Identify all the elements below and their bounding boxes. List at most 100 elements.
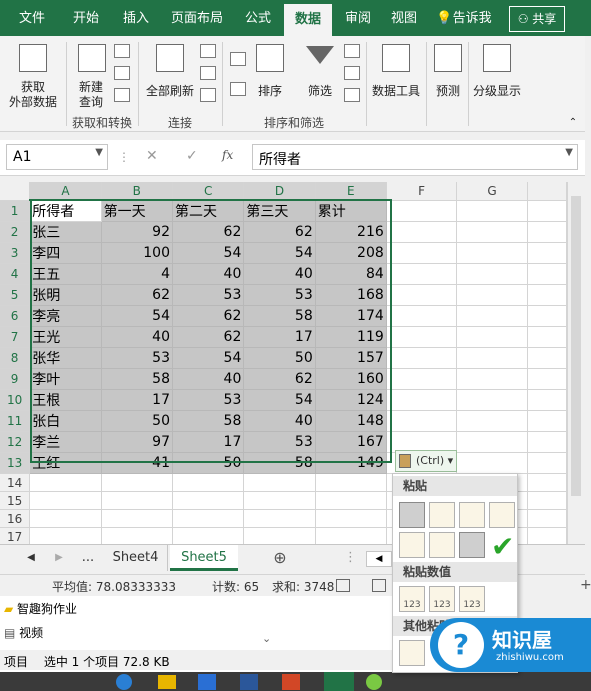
tab-insert[interactable]: 插入 bbox=[112, 0, 160, 36]
paste-formatting-icon[interactable] bbox=[399, 640, 425, 666]
transpose-icon[interactable] bbox=[459, 532, 485, 558]
cell[interactable]: 张明 bbox=[29, 284, 102, 306]
cell[interactable] bbox=[456, 368, 528, 390]
sort-az-icon[interactable] bbox=[230, 52, 246, 66]
cell[interactable]: 58 bbox=[101, 368, 173, 390]
cell[interactable]: 53 bbox=[101, 347, 173, 369]
cell[interactable] bbox=[386, 305, 458, 327]
formula-input[interactable]: 所得者 ▼ bbox=[252, 144, 578, 170]
paste-formulas-icon[interactable] bbox=[429, 502, 455, 528]
cell[interactable]: 167 bbox=[315, 431, 387, 453]
cell[interactable]: 李亮 bbox=[29, 305, 102, 327]
cell[interactable] bbox=[456, 326, 528, 348]
cell[interactable] bbox=[527, 305, 567, 327]
cell[interactable]: 100 bbox=[101, 242, 173, 264]
tell-me-box[interactable]: 💡告诉我 bbox=[432, 0, 496, 36]
cell[interactable]: 97 bbox=[101, 431, 173, 453]
cell[interactable]: 58 bbox=[243, 305, 316, 327]
show-queries-icon[interactable] bbox=[114, 44, 130, 58]
properties-icon[interactable] bbox=[200, 66, 216, 80]
row-header[interactable]: 9 bbox=[0, 368, 31, 390]
scroll-left-icon[interactable]: ◀ bbox=[22, 545, 40, 571]
data-tools-button[interactable]: 数据工具 bbox=[370, 40, 422, 110]
row-header[interactable]: 10 bbox=[0, 389, 31, 411]
cell[interactable] bbox=[527, 452, 567, 474]
cell[interactable] bbox=[243, 509, 316, 528]
cell[interactable]: 50 bbox=[172, 452, 245, 474]
cell[interactable] bbox=[456, 284, 528, 306]
cell[interactable] bbox=[315, 527, 387, 544]
cell[interactable] bbox=[456, 263, 528, 285]
cell[interactable]: 58 bbox=[243, 452, 316, 474]
cell[interactable] bbox=[315, 491, 387, 510]
cell[interactable] bbox=[527, 491, 567, 510]
cell[interactable]: 148 bbox=[315, 410, 387, 432]
cell[interactable] bbox=[456, 347, 528, 369]
cell[interactable]: 41 bbox=[101, 452, 173, 474]
row-header[interactable]: 2 bbox=[0, 221, 31, 243]
row-header[interactable]: 6 bbox=[0, 305, 31, 327]
cell[interactable]: 216 bbox=[315, 221, 387, 243]
cell[interactable]: 17 bbox=[172, 431, 245, 453]
row-header[interactable]: 15 bbox=[0, 491, 31, 510]
cell[interactable]: 53 bbox=[172, 284, 245, 306]
row-header[interactable]: 8 bbox=[0, 347, 31, 369]
column-header-d[interactable]: D bbox=[243, 182, 316, 201]
cell[interactable]: 157 bbox=[315, 347, 387, 369]
cell[interactable]: 54 bbox=[172, 242, 245, 264]
cell[interactable]: 张华 bbox=[29, 347, 102, 369]
cancel-icon[interactable]: ✕ bbox=[146, 148, 158, 164]
cell[interactable]: 17 bbox=[101, 389, 173, 411]
cell[interactable]: 王五 bbox=[29, 263, 102, 285]
cell[interactable] bbox=[456, 389, 528, 411]
cell[interactable] bbox=[456, 200, 528, 222]
cell[interactable]: 54 bbox=[101, 305, 173, 327]
zoom-in-icon[interactable]: + bbox=[580, 577, 591, 593]
get-external-data-button[interactable]: 获取 外部数据 bbox=[4, 40, 62, 110]
hscroll-left-icon[interactable]: ◀ bbox=[366, 551, 392, 567]
cell[interactable]: 第一天 bbox=[101, 200, 173, 222]
tab-formulas[interactable]: 公式 bbox=[234, 0, 282, 36]
cell[interactable]: 累计 bbox=[315, 200, 387, 222]
paste-values-icon[interactable]: 123 bbox=[399, 586, 425, 612]
more-sheets-button[interactable]: ... bbox=[76, 545, 100, 571]
tab-sheet5[interactable]: Sheet5 bbox=[170, 545, 238, 571]
cell[interactable]: 62 bbox=[172, 305, 245, 327]
tab-sheet4[interactable]: Sheet4 bbox=[104, 545, 168, 571]
cell[interactable]: 50 bbox=[101, 410, 173, 432]
cell[interactable]: 第三天 bbox=[243, 200, 316, 222]
chevron-down-icon[interactable]: ▼ bbox=[95, 147, 103, 158]
keep-source-formatting-icon[interactable] bbox=[489, 502, 515, 528]
cell[interactable] bbox=[101, 509, 173, 528]
cell[interactable]: 53 bbox=[243, 431, 316, 453]
keep-column-widths-icon[interactable] bbox=[429, 532, 455, 558]
browser-icon[interactable] bbox=[116, 674, 132, 690]
cell[interactable] bbox=[315, 473, 387, 492]
tab-view[interactable]: 视图 bbox=[380, 0, 428, 36]
cell[interactable]: 53 bbox=[172, 389, 245, 411]
new-query-button[interactable]: 新建 查询 bbox=[70, 40, 112, 110]
paste-formulas-number-format-icon[interactable] bbox=[459, 502, 485, 528]
cell[interactable]: 40 bbox=[172, 368, 245, 390]
cell[interactable] bbox=[527, 431, 567, 453]
cell[interactable] bbox=[527, 509, 567, 528]
cell[interactable]: 50 bbox=[243, 347, 316, 369]
cell[interactable] bbox=[456, 410, 528, 432]
cell[interactable] bbox=[386, 221, 458, 243]
cell[interactable] bbox=[456, 431, 528, 453]
cell[interactable] bbox=[527, 263, 567, 285]
cell[interactable]: 40 bbox=[101, 326, 173, 348]
scroll-right-icon[interactable]: ▶ bbox=[50, 545, 68, 571]
cell[interactable]: 王红 bbox=[29, 452, 102, 474]
share-button[interactable]: ⚇ 共享 bbox=[509, 6, 565, 32]
cell[interactable]: 62 bbox=[243, 221, 316, 243]
refresh-all-button[interactable]: 全部刷新 bbox=[142, 40, 198, 110]
cell[interactable] bbox=[29, 473, 102, 492]
cell[interactable] bbox=[456, 452, 528, 474]
cell[interactable] bbox=[456, 221, 528, 243]
cell[interactable]: 62 bbox=[101, 284, 173, 306]
cell[interactable]: 张三 bbox=[29, 221, 102, 243]
cell[interactable] bbox=[527, 200, 567, 222]
cell[interactable] bbox=[527, 473, 567, 492]
cell[interactable]: 119 bbox=[315, 326, 387, 348]
